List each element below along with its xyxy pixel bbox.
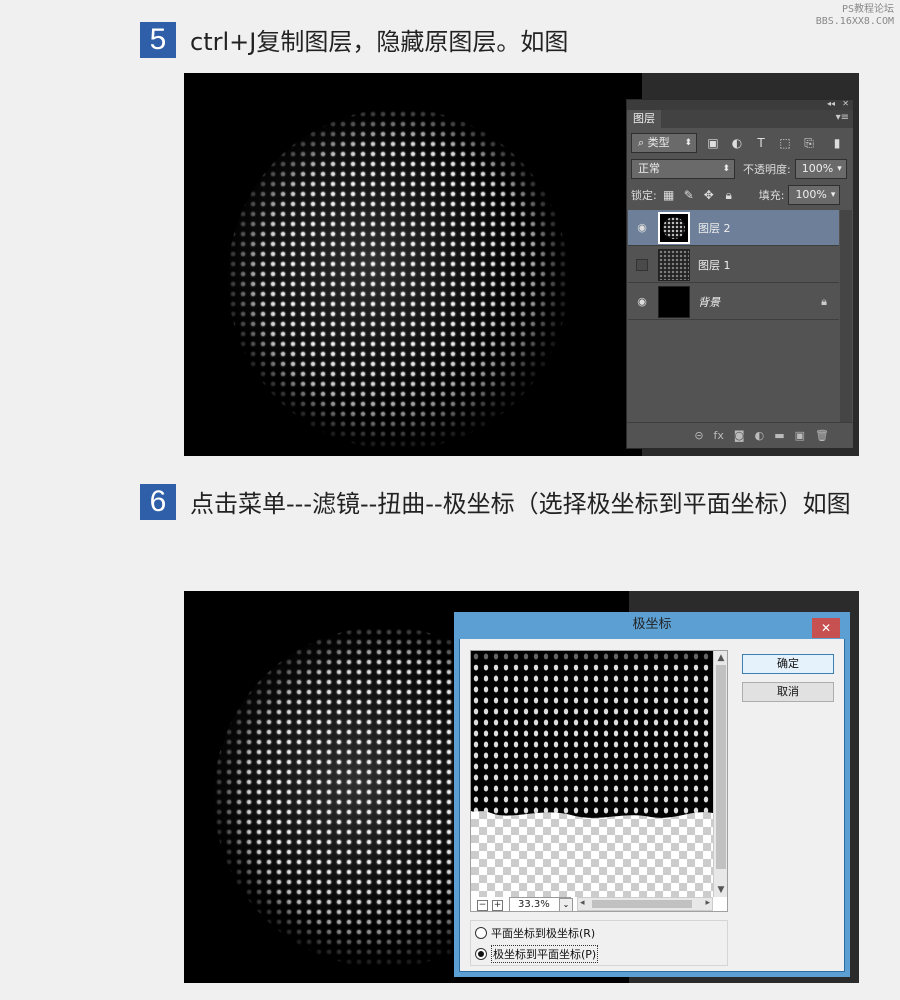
search-icon: ⌕ [638, 136, 645, 149]
scrollbar-thumb[interactable] [716, 665, 726, 869]
layer-row-2[interactable]: ◉ 图层 2 [628, 210, 839, 246]
scroll-down-icon[interactable]: ▼ [714, 885, 727, 895]
cancel-button[interactable]: 取消 [742, 682, 834, 702]
scroll-left-icon[interactable]: ◂ [580, 898, 585, 908]
step-number-badge: 6 [140, 484, 176, 520]
blend-mode-label: 正常 [638, 162, 660, 175]
link-icon[interactable]: ⊝ [694, 429, 703, 442]
eye-icon[interactable]: ◉ [632, 295, 652, 308]
panel-menu-icon[interactable]: ▾≡ [836, 112, 849, 123]
panel-tabbar: 图层 ▾≡ [627, 110, 853, 128]
dot-sphere-image [228, 109, 568, 449]
screenshot-polar-filter: 极坐标 ✕ ▲ ▼ − + 33.3% ⌄ ◂ ▸ 确定 取消 平面坐标到极坐标… [184, 591, 859, 983]
blend-mode-dropdown[interactable]: 正常 ⬍ [631, 159, 735, 179]
filter-preview: ▲ ▼ − + 33.3% ⌄ ◂ ▸ [470, 650, 728, 912]
option-polar-to-rect[interactable]: 极坐标到平面坐标(P) [475, 945, 599, 963]
layers-scrollbar[interactable] [840, 210, 852, 422]
layer-row-background[interactable]: ◉ 背景 🔒︎ [628, 284, 839, 320]
step-5: 5 ctrl+J复制图层，隐藏原图层。如图 [140, 22, 880, 62]
layer-row-1[interactable]: 图层 1 [628, 247, 839, 283]
chevron-down-icon[interactable]: ⌄ [559, 898, 573, 911]
double-chevron-icon[interactable]: ◂◂ [827, 99, 835, 108]
new-layer-icon[interactable]: ▣ [795, 429, 805, 442]
layer-thumbnail [658, 285, 690, 318]
radio-button[interactable] [475, 927, 487, 939]
step-6: 6 点击菜单---滤镜--扭曲--极坐标（选择极坐标到平面坐标）如图 [140, 484, 880, 524]
trash-icon[interactable]: 🗑︎ [815, 429, 829, 442]
layer-thumbnail [658, 248, 690, 281]
polar-warp-preview [471, 651, 713, 818]
radio-button-selected[interactable] [475, 948, 487, 960]
blend-row: 正常 ⬍ 不透明度: 100% ▾ [631, 158, 849, 180]
lock-paint-icon[interactable]: ✎ [681, 187, 697, 203]
zoom-in-button[interactable]: + [492, 900, 503, 911]
lock-move-icon[interactable]: ✥ [701, 187, 717, 203]
step-instruction: ctrl+J复制图层，隐藏原图层。如图 [190, 28, 569, 56]
filter-type-label: 类型 [647, 136, 670, 149]
chevron-down-icon: ▾ [830, 190, 836, 200]
chevron-down-icon: ▾ [837, 164, 842, 174]
layer-name: 图层 2 [698, 221, 731, 235]
step-instruction: 点击菜单---滤镜--扭曲--极坐标（选择极坐标到平面坐标）如图 [190, 490, 851, 518]
dialog-title: 极坐标 [455, 613, 849, 639]
polar-coordinates-dialog: 极坐标 ✕ ▲ ▼ − + 33.3% ⌄ ◂ ▸ 确定 取消 平面坐标到极坐标… [455, 613, 849, 972]
ok-button[interactable]: 确定 [742, 654, 834, 674]
adjustment-icon[interactable]: ◐ [755, 429, 765, 442]
lock-all-icon[interactable]: 🔒︎ [721, 187, 737, 203]
visibility-toggle-off[interactable] [636, 258, 648, 271]
filter-type-dropdown[interactable]: ⌕ 类型 ⬍ [631, 133, 697, 153]
panel-header-bar: ◂◂ ✕ [627, 99, 853, 110]
smart-object-filter-icon[interactable]: ⎘ [801, 135, 817, 151]
conversion-options-group: 平面坐标到极坐标(R) 极坐标到平面坐标(P) [470, 920, 728, 966]
lock-transparent-icon[interactable]: ▦ [661, 187, 677, 203]
fill-value: 100% [795, 188, 827, 201]
layer-thumbnail [658, 211, 690, 244]
step-number-badge: 5 [140, 22, 176, 58]
dropdown-arrow-icon: ⬍ [684, 138, 692, 148]
screenshot-layers: ◂◂ ✕ 图层 ▾≡ ⌕ 类型 ⬍ ▣ ◐ T ⬚ ⎘ ▮ 正常 ⬍ 不透明度: [184, 73, 859, 456]
opacity-label: 不透明度: [743, 163, 791, 176]
lock-icon: 🔒︎ [821, 294, 827, 308]
layers-bottom-toolbar: ⊝ fx ◙ ◐ ▬ ▣ 🗑︎ [627, 422, 853, 448]
lock-label: 锁定: [631, 189, 657, 202]
fill-label: 填充: [758, 189, 785, 202]
option-label: 平面坐标到极坐标(R) [491, 927, 596, 940]
eye-icon[interactable]: ◉ [632, 221, 652, 234]
filter-row: ⌕ 类型 ⬍ ▣ ◐ T ⬚ ⎘ ▮ [631, 132, 849, 154]
fill-field[interactable]: 100% ▾ [788, 185, 841, 205]
adjustment-filter-icon[interactable]: ◐ [729, 135, 745, 151]
layer-name: 背景 [698, 295, 720, 309]
scroll-right-icon[interactable]: ▸ [705, 898, 710, 908]
shape-filter-icon[interactable]: ⬚ [777, 135, 793, 151]
option-rect-to-polar[interactable]: 平面坐标到极坐标(R) [475, 925, 595, 941]
opacity-field[interactable]: 100% ▾ [794, 159, 847, 179]
image-filter-icon[interactable]: ▣ [705, 135, 721, 151]
scrollbar-thumb[interactable] [592, 900, 692, 908]
fx-icon[interactable]: fx [714, 429, 724, 442]
dropdown-arrow-icon: ⬍ [722, 164, 730, 174]
tab-layers[interactable]: 图层 [627, 110, 661, 128]
folder-icon[interactable]: ▬ [774, 429, 784, 442]
lock-row: 锁定: ▦ ✎ ✥ 🔒︎ 填充: 100% ▾ [631, 184, 849, 206]
opacity-value: 100% [801, 162, 834, 175]
close-icon[interactable]: ✕ [842, 99, 849, 108]
zoom-out-button[interactable]: − [477, 900, 488, 911]
preview-horizontal-scrollbar[interactable]: ◂ ▸ [577, 897, 713, 911]
layer-name: 图层 1 [698, 258, 731, 272]
text-filter-icon[interactable]: T [753, 135, 769, 151]
layers-panel: ◂◂ ✕ 图层 ▾≡ ⌕ 类型 ⬍ ▣ ◐ T ⬚ ⎘ ▮ 正常 ⬍ 不透明度: [626, 99, 854, 449]
scroll-up-icon[interactable]: ▲ [714, 653, 727, 663]
mask-icon[interactable]: ◙ [734, 429, 745, 442]
watermark-line-1: PS教程论坛 [841, 4, 894, 15]
close-button[interactable]: ✕ [812, 618, 840, 638]
option-label: 极坐标到平面坐标(P) [491, 945, 599, 963]
preview-vertical-scrollbar[interactable]: ▲ ▼ [713, 651, 727, 897]
filter-toggle-icon[interactable]: ▮ [829, 135, 845, 151]
